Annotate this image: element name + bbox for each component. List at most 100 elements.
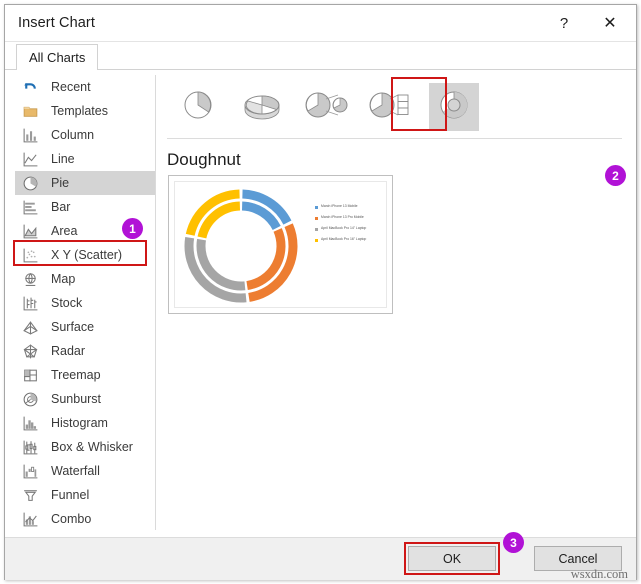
insert-chart-dialog: Insert Chart ? ✕ All Charts Recent Templa… xyxy=(4,4,637,581)
pie-icon xyxy=(22,175,39,192)
sidebar-item-recent[interactable]: Recent xyxy=(15,75,155,99)
help-icon[interactable]: ? xyxy=(542,5,586,41)
sidebar-item-label: Sunburst xyxy=(51,392,102,406)
legend-label: April MacBook Pro 14" Laptop xyxy=(321,226,367,230)
stock-icon xyxy=(22,295,39,312)
bar-icon xyxy=(22,199,39,216)
step-badge-2: 2 xyxy=(605,165,626,186)
pie-of-pie-subtype-icon xyxy=(304,88,348,127)
legend-swatch xyxy=(315,239,318,242)
sidebar-item-box-whisker[interactable]: Box & Whisker xyxy=(15,435,155,459)
surface-icon xyxy=(22,319,39,336)
tab-all-charts-label: All Charts xyxy=(29,50,86,65)
recent-icon xyxy=(22,79,39,96)
legend-item: April MacBook Pro 14" Laptop xyxy=(315,226,386,231)
sidebar-item-funnel[interactable]: Funnel xyxy=(15,483,155,507)
sidebar-item-sunburst[interactable]: Sunburst xyxy=(15,387,155,411)
sidebar-item-radar[interactable]: Radar xyxy=(15,339,155,363)
ok-button[interactable]: OK xyxy=(408,546,496,571)
sidebar-item-label: Treemap xyxy=(51,368,101,382)
sidebar-item-label: Waterfall xyxy=(51,464,100,478)
radar-icon xyxy=(22,343,39,360)
sidebar-item-label: Line xyxy=(51,152,75,166)
doughnut-subtype-icon xyxy=(436,87,472,128)
sidebar-item-surface[interactable]: Surface xyxy=(15,315,155,339)
sidebar-item-waterfall[interactable]: Waterfall xyxy=(15,459,155,483)
pie-subtype-icon xyxy=(180,87,216,128)
close-icon[interactable]: ✕ xyxy=(588,5,632,41)
funnel-icon xyxy=(22,487,39,504)
gallery-item-pie[interactable] xyxy=(173,83,223,131)
sidebar-item-label: Histogram xyxy=(51,416,108,430)
line-icon xyxy=(22,151,39,168)
pie-3d-subtype-icon xyxy=(242,87,282,128)
sidebar-item-label: Combo xyxy=(51,512,92,526)
column-icon xyxy=(22,127,39,144)
chart-legend: March iPhone 13 Mobile March iPhone 13 Pr… xyxy=(315,204,386,248)
sidebar-item-column[interactable]: Column xyxy=(15,123,155,147)
sidebar-item-label: Stock xyxy=(51,296,83,310)
bar-of-pie-subtype-icon xyxy=(368,88,412,127)
sidebar-item-histogram[interactable]: Histogram xyxy=(15,411,155,435)
chart-preview-card[interactable]: March iPhone 13 Mobile March iPhone 13 Pr… xyxy=(168,175,393,314)
legend-label: March iPhone 13 Pro Mobile xyxy=(321,215,364,219)
step-badge-3: 3 xyxy=(503,532,524,553)
legend-swatch xyxy=(315,206,318,209)
gallery-item-doughnut[interactable] xyxy=(429,83,479,131)
donut-segment xyxy=(246,228,286,290)
sidebar-item-bar[interactable]: Bar xyxy=(15,195,155,219)
sidebar-item-label: Surface xyxy=(51,320,95,334)
tab-strip: All Charts xyxy=(5,42,636,71)
ok-button-label: OK xyxy=(442,551,462,566)
sidebar-item-stock[interactable]: Stock xyxy=(15,291,155,315)
gallery-item-pie-3d[interactable] xyxy=(237,83,287,131)
treemap-icon xyxy=(22,367,39,384)
map-icon xyxy=(22,271,39,288)
sidebar-item-label: Recent xyxy=(51,80,91,94)
cancel-button-label: Cancel xyxy=(558,551,598,566)
legend-label: April MacBook Pro 16" Laptop xyxy=(321,237,367,241)
chart-type-list[interactable]: Recent Templates Column Line Pie Bar Area X Y (… xyxy=(15,75,156,530)
sidebar-item-label: Map xyxy=(51,272,76,286)
gallery-separator xyxy=(167,138,622,139)
sidebar-item-pie[interactable]: Pie xyxy=(15,171,155,195)
watermark: wsxdn.com xyxy=(570,567,628,581)
sidebar-item-label: X Y (Scatter) xyxy=(51,248,123,262)
scatter-icon xyxy=(22,247,39,264)
sidebar-item-x-y-scatter[interactable]: X Y (Scatter) xyxy=(15,243,155,267)
chart-subtype-gallery[interactable] xyxy=(167,78,617,136)
step-badge-1: 1 xyxy=(122,218,143,239)
sidebar-item-label: Pie xyxy=(51,176,70,190)
sidebar-item-label: Column xyxy=(51,128,95,142)
dialog-title: Insert Chart xyxy=(18,15,95,31)
title-bar: Insert Chart ? ✕ xyxy=(5,5,636,42)
sidebar-item-label: Box & Whisker xyxy=(51,440,133,454)
dialog-body: Recent Templates Column Line Pie Bar Area X Y (… xyxy=(5,70,636,537)
legend-item: March iPhone 13 Mobile xyxy=(315,204,386,209)
combo-icon xyxy=(22,511,39,528)
legend-swatch xyxy=(315,228,318,231)
legend-swatch xyxy=(315,217,318,220)
sidebar-item-map[interactable]: Map xyxy=(15,267,155,291)
tab-all-charts[interactable]: All Charts xyxy=(16,44,99,71)
sidebar-item-templates[interactable]: Templates xyxy=(15,99,155,123)
histogram-icon xyxy=(22,415,39,432)
sidebar-item-label: Area xyxy=(51,224,78,238)
sidebar-item-line[interactable]: Line xyxy=(15,147,155,171)
gallery-item-pie-of-pie[interactable] xyxy=(301,83,351,131)
waterfall-icon xyxy=(22,463,39,480)
sidebar-item-combo[interactable]: Combo xyxy=(15,507,155,530)
chart-preview-inner: March iPhone 13 Mobile March iPhone 13 Pr… xyxy=(174,181,387,308)
preview-title: Doughnut xyxy=(167,150,241,169)
gallery-item-bar-of-pie[interactable] xyxy=(365,83,415,131)
legend-item: April MacBook Pro 16" Laptop xyxy=(315,237,386,242)
sidebar-item-label: Templates xyxy=(51,104,108,118)
sidebar-item-treemap[interactable]: Treemap xyxy=(15,363,155,387)
area-icon xyxy=(22,223,39,240)
sidebar-item-label: Funnel xyxy=(51,488,90,502)
legend-item: March iPhone 13 Pro Mobile xyxy=(315,215,386,220)
legend-label: March iPhone 13 Mobile xyxy=(321,204,358,208)
donut-segment xyxy=(196,238,246,291)
sidebar-item-label: Radar xyxy=(51,344,86,358)
box-whisker-icon xyxy=(22,439,39,456)
